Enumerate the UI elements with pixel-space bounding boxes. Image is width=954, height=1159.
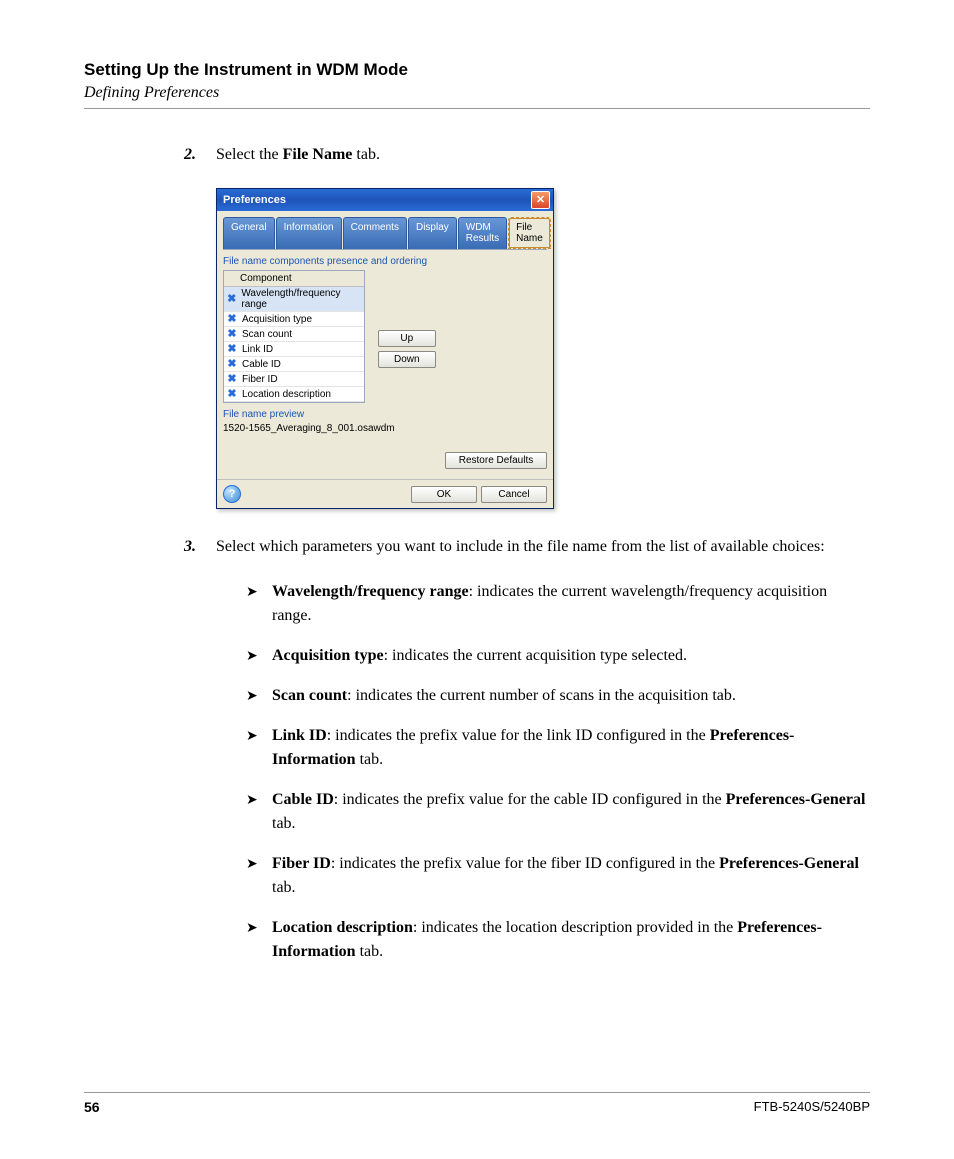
remove-icon[interactable]: ✖ (226, 358, 238, 370)
component-column-header: Component (224, 271, 364, 287)
model-number: FTB-5240S/5240BP (754, 1099, 870, 1115)
preferences-dialog: Preferences ✕ General Information Commen… (216, 188, 554, 509)
tab-comments[interactable]: Comments (343, 217, 407, 249)
tab-bar: General Information Comments Display WDM… (223, 217, 547, 250)
list-item: Cable ID: indicates the prefix value for… (272, 788, 870, 836)
section-label: File name components presence and orderi… (223, 256, 547, 267)
cancel-button[interactable]: Cancel (481, 486, 547, 503)
page-number: 56 (84, 1099, 100, 1115)
remove-icon[interactable]: ✖ (226, 373, 238, 385)
tab-display[interactable]: Display (408, 217, 457, 249)
component-row[interactable]: ✖Scan count (224, 327, 364, 342)
bullet-icon: ➤ (246, 644, 272, 668)
remove-icon[interactable]: ✖ (226, 328, 238, 340)
page-subtitle: Defining Preferences (84, 84, 870, 102)
remove-icon[interactable]: ✖ (226, 388, 238, 400)
tab-general[interactable]: General (223, 217, 275, 249)
parameter-list: ➤Wavelength/frequency range: indicates t… (246, 580, 870, 964)
list-item: Scan count: indicates the current number… (272, 684, 870, 708)
list-item: Fiber ID: indicates the prefix value for… (272, 852, 870, 900)
component-row[interactable]: ✖Wavelength/frequency range (224, 287, 364, 312)
bullet-icon: ➤ (246, 580, 272, 628)
step-text: Select which parameters you want to incl… (216, 535, 870, 558)
close-icon[interactable]: ✕ (531, 191, 550, 209)
restore-defaults-button[interactable]: Restore Defaults (445, 452, 547, 469)
header-rule (84, 108, 870, 109)
bullet-icon: ➤ (246, 852, 272, 900)
step-text: Select the File Name tab. (216, 143, 870, 166)
remove-icon[interactable]: ✖ (226, 293, 237, 305)
list-item: Location description: indicates the loca… (272, 916, 870, 964)
down-button[interactable]: Down (378, 351, 436, 368)
bullet-icon: ➤ (246, 724, 272, 772)
list-item: Link ID: indicates the prefix value for … (272, 724, 870, 772)
dialog-title: Preferences (223, 194, 286, 206)
tab-file-name[interactable]: File Name (508, 217, 551, 249)
step-number: 3. (184, 535, 216, 558)
component-row[interactable]: ✖Link ID (224, 342, 364, 357)
help-icon[interactable]: ? (223, 485, 241, 503)
component-row[interactable]: ✖Fiber ID (224, 372, 364, 387)
component-row[interactable]: ✖Acquisition type (224, 312, 364, 327)
page-title: Setting Up the Instrument in WDM Mode (84, 60, 870, 80)
tab-information[interactable]: Information (276, 217, 342, 249)
remove-icon[interactable]: ✖ (226, 343, 238, 355)
preview-value: 1520-1565_Averaging_8_001.osawdm (223, 423, 547, 434)
bullet-icon: ➤ (246, 916, 272, 964)
ok-button[interactable]: OK (411, 486, 477, 503)
component-table: Component ✖Wavelength/frequency range ✖A… (223, 270, 365, 403)
component-row[interactable]: ✖Location description (224, 387, 364, 402)
tab-wdm-results[interactable]: WDM Results (458, 217, 507, 249)
bullet-icon: ➤ (246, 684, 272, 708)
remove-icon[interactable]: ✖ (226, 313, 238, 325)
step-number: 2. (184, 143, 216, 166)
up-button[interactable]: Up (378, 330, 436, 347)
bullet-icon: ➤ (246, 788, 272, 836)
list-item: Acquisition type: indicates the current … (272, 644, 870, 668)
component-row[interactable]: ✖Cable ID (224, 357, 364, 372)
list-item: Wavelength/frequency range: indicates th… (272, 580, 870, 628)
preview-label: File name preview (223, 409, 547, 420)
